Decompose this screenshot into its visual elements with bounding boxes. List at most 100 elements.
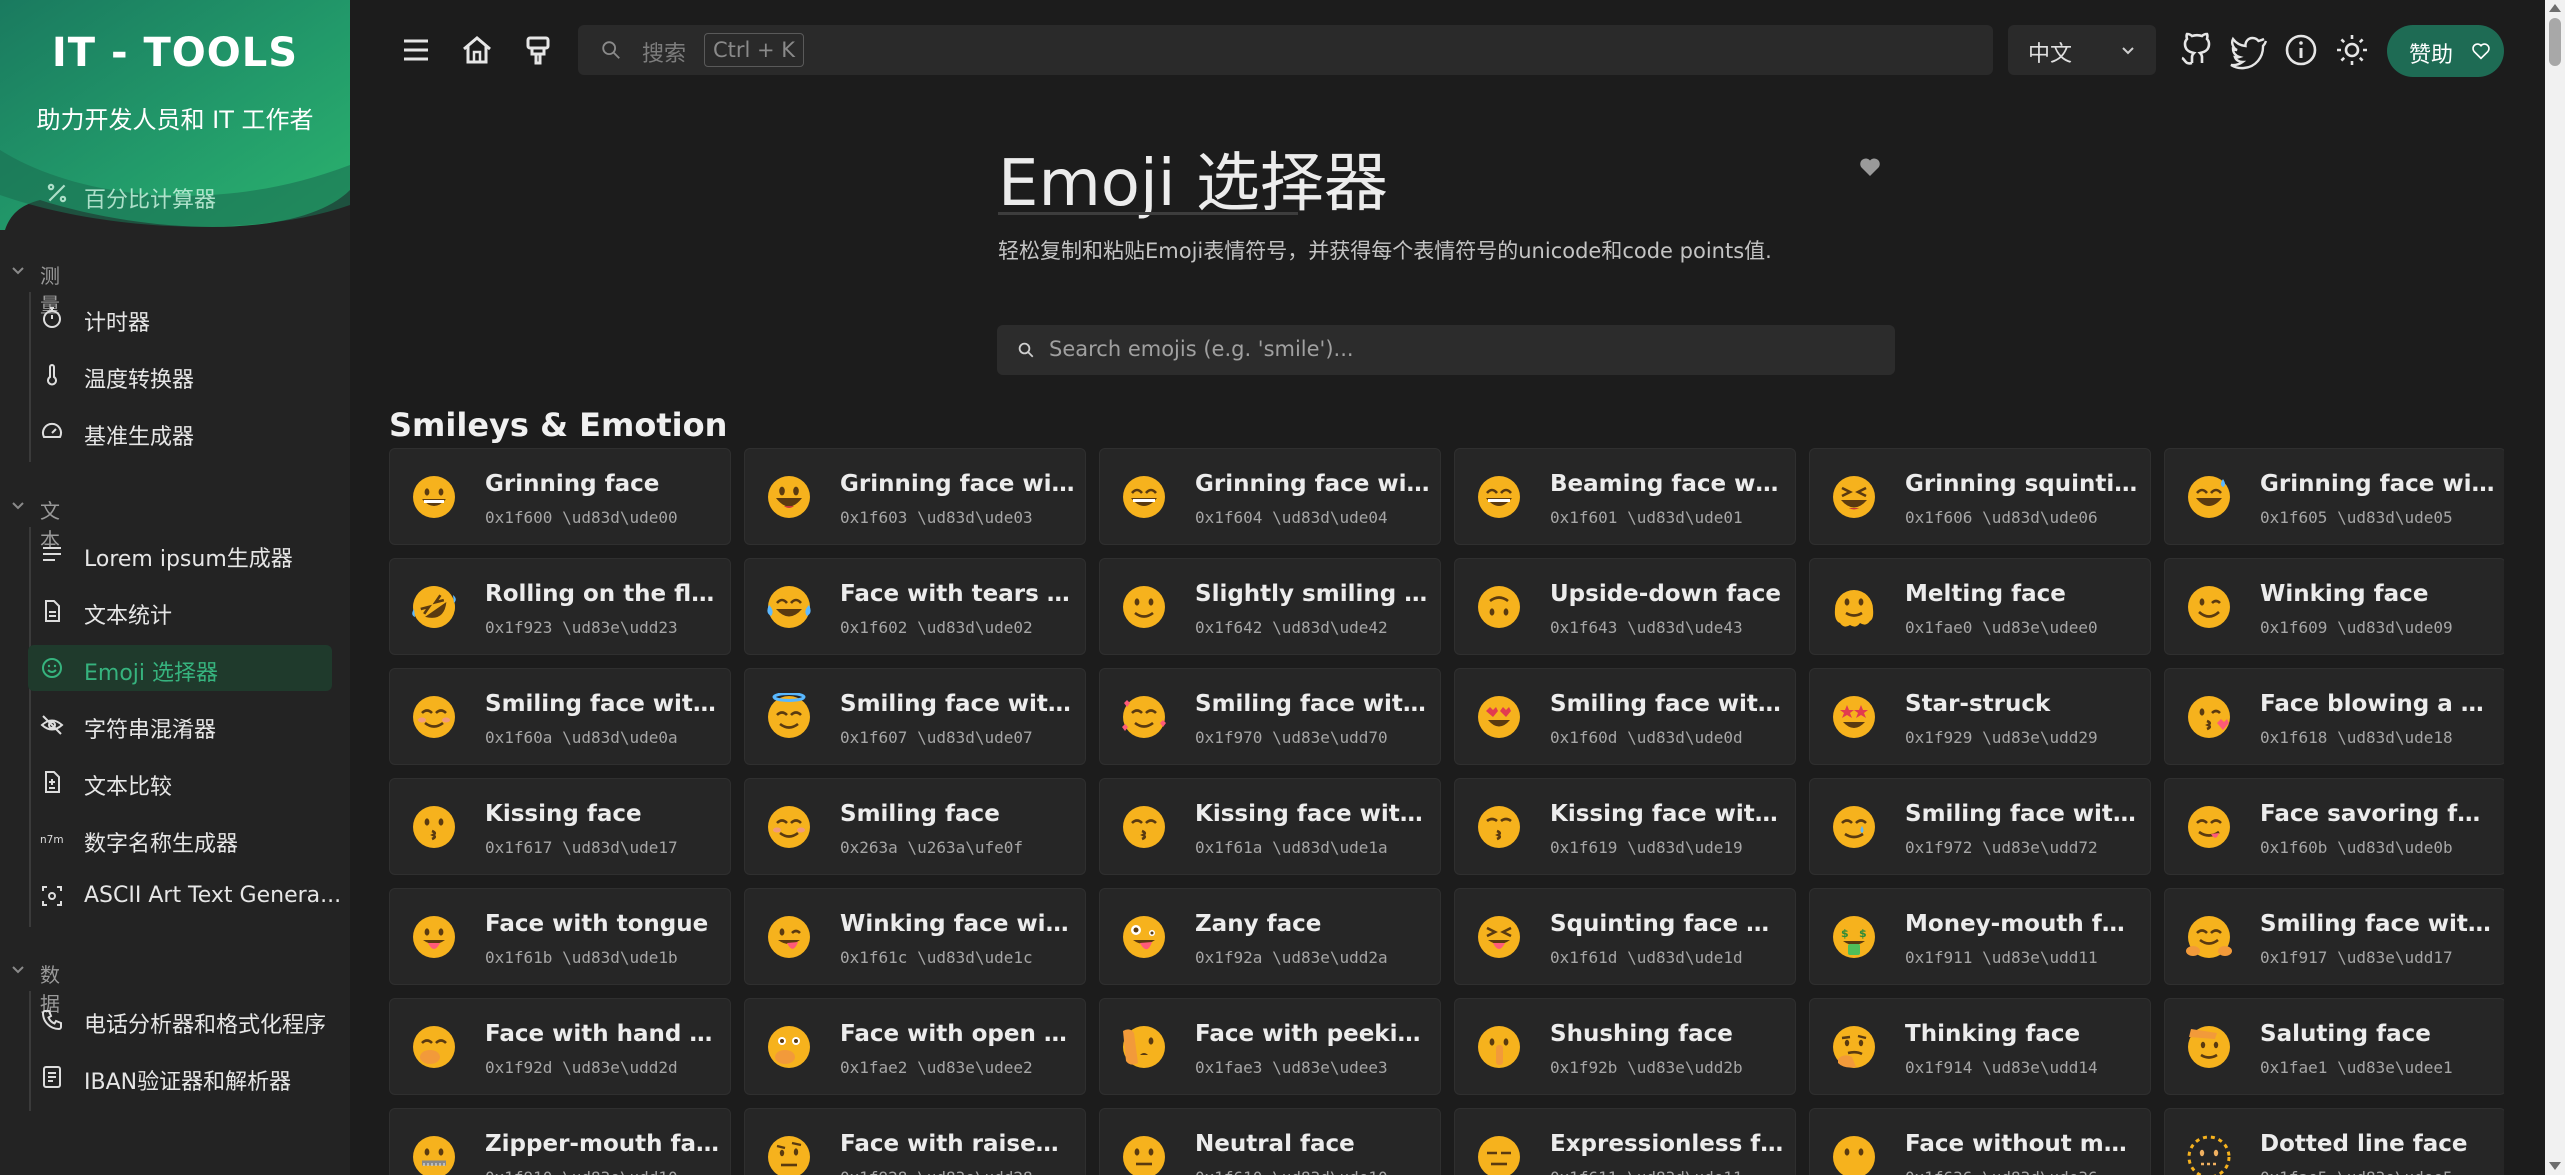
emoji-card[interactable]: Beaming face with s... 0x1f601 \ud83d\ude…: [1454, 448, 1796, 545]
emoji-name: Rolling on the floor ...: [485, 581, 720, 607]
home-icon[interactable]: [457, 30, 497, 70]
emoji-card[interactable]: Face savoring food 0x1f60b \ud83d\ude0b: [2164, 778, 2504, 875]
mood-smile-icon: [42, 658, 62, 678]
scrollbar-track[interactable]: [2545, 0, 2565, 1175]
twitter-icon[interactable]: [2229, 30, 2269, 70]
sidebar-item-phone-parser[interactable]: 电话分析器和格式化程序: [28, 997, 332, 1043]
emoji-card[interactable]: Face with tears of joy 0x1f602 \ud83d\ude…: [744, 558, 1086, 655]
donate-button[interactable]: 赞助: [2387, 25, 2504, 77]
emoji-card[interactable]: Star-struck 0x1f929 \ud83e\udd29: [1809, 668, 2151, 765]
emoji-codepoint: 0x1f636 \ud83d\ude36: [1905, 1168, 2098, 1175]
global-search[interactable]: 搜索 Ctrl + K: [578, 25, 1993, 75]
menu-icon[interactable]: [396, 30, 436, 70]
emoji-card[interactable]: Winking face with t... 0x1f61c \ud83d\ude…: [744, 888, 1086, 985]
emoji-card[interactable]: Neutral face 0x1f610 \ud83d\ude10: [1099, 1108, 1441, 1175]
emoji-card[interactable]: Upside-down face 0x1f643 \ud83d\ude43: [1454, 558, 1796, 655]
sidebar-item-text-statistics[interactable]: 文本统计: [28, 588, 332, 634]
emoji-card[interactable]: Zany face 0x1f92a \ud83e\udd2a: [1099, 888, 1441, 985]
emoji-card[interactable]: Smiling face with halo 0x1f607 \ud83d\ude…: [744, 668, 1086, 765]
emoji-card[interactable]: Dotted line face 0x1fae5 \ud83e\udee5: [2164, 1108, 2504, 1175]
emoji-codepoint: 0x1f92d \ud83e\udd2d: [485, 1058, 678, 1077]
emoji-card[interactable]: Slightly smiling face 0x1f642 \ud83d\ude4…: [1099, 558, 1441, 655]
sidebar-item-text-diff[interactable]: 文本比较: [28, 759, 332, 805]
emoji-card[interactable]: Smiling face with he... 0x1f970 \ud83e\ud…: [1099, 668, 1441, 765]
emoji-name: Grinning face with b...: [840, 471, 1075, 497]
emoji-card[interactable]: Grinning squinting f... 0x1f606 \ud83d\ud…: [1809, 448, 2151, 545]
emoji-peek-icon: [1123, 1026, 1165, 1068]
emoji-card[interactable]: Kissing face with sm... 0x1f619 \ud83d\ud…: [1454, 778, 1796, 875]
emoji-card[interactable]: Melting face 0x1fae0 \ud83e\udee0: [1809, 558, 2151, 655]
emoji-card[interactable]: Squinting face with ... 0x1f61d \ud83d\ud…: [1454, 888, 1796, 985]
brand-title: IT - TOOLS: [51, 30, 299, 76]
scroll-down-arrow[interactable]: [2549, 1162, 2561, 1170]
emoji-search-input[interactable]: Search emojis (e.g. 'smile')...: [997, 325, 1895, 375]
scrollbar-thumb[interactable]: [2549, 18, 2561, 66]
emoji-card[interactable]: Face with open eyes... 0x1fae2 \ud83e\ude…: [744, 998, 1086, 1095]
emoji-beam-icon: [1478, 476, 1520, 518]
emoji-card[interactable]: Face with hand over... 0x1f92d \ud83e\udd…: [389, 998, 731, 1095]
emoji-card[interactable]: Grinning face with b... 0x1f603 \ud83d\ud…: [744, 448, 1086, 545]
emoji-codepoint: 0x1f914 \ud83e\udd14: [1905, 1058, 2098, 1077]
emoji-kiss-closed-icon: [1123, 806, 1165, 848]
language-select[interactable]: 中文: [2008, 25, 2156, 75]
sun-icon[interactable]: [2332, 30, 2372, 70]
eye-off-icon: [40, 715, 64, 735]
emoji-yum-icon: [2188, 806, 2230, 848]
emoji-card[interactable]: Thinking face 0x1f914 \ud83e\udd14: [1809, 998, 2151, 1095]
emoji-card[interactable]: $ $ Money-mouth face 0x1f911 \ud83e\udd11: [1809, 888, 2151, 985]
sidebar-item-lorem-ipsum[interactable]: Lorem ipsum生成器: [28, 531, 332, 577]
emoji-squint-icon: [1833, 476, 1875, 518]
emoji-card[interactable]: Smiling face with he... 0x1f60d \ud83d\ud…: [1454, 668, 1796, 765]
emoji-sweat-icon: [2188, 476, 2230, 518]
emoji-card[interactable]: Kissing face with clo... 0x1f61a \ud83d\u…: [1099, 778, 1441, 875]
favorite-heart-icon[interactable]: [1858, 156, 1882, 178]
emoji-card[interactable]: Smiling face with s... 0x1f60a \ud83d\ude…: [389, 668, 731, 765]
sidebar-item-string-obfuscator[interactable]: 字符串混淆器: [28, 702, 332, 748]
emoji-name: Zipper-mouth face: [485, 1131, 720, 1157]
emoji-card[interactable]: Zipper-mouth face 0x1f910 \ud83e\udd10: [389, 1108, 731, 1175]
brush-icon[interactable]: [518, 30, 558, 70]
emoji-name: Melting face: [1905, 581, 2066, 607]
emoji-tear-icon: [1833, 806, 1875, 848]
sidebar-item-emoji-picker[interactable]: Emoji 选择器: [28, 645, 332, 691]
emoji-card[interactable]: Smiling face with op... 0x1f917 \ud83e\ud…: [2164, 888, 2504, 985]
emoji-card[interactable]: Grinning face with s... 0x1f605 \ud83d\ud…: [2164, 448, 2504, 545]
sidebar-item-chronometer[interactable]: 计时器: [28, 295, 332, 341]
emoji-codepoint: 0x1f600 \ud83d\ude00: [485, 508, 678, 527]
emoji-card[interactable]: Face with peeking eye 0x1fae3 \ud83e\udee…: [1099, 998, 1441, 1095]
focus-icon: [42, 886, 62, 906]
sidebar-item-numeronym-generator[interactable]: n7m 数字名称生成器: [28, 816, 332, 862]
sidebar-item-temperature-converter[interactable]: 温度转换器: [28, 352, 332, 398]
emoji-codepoint: 0x1f61c \ud83d\ude1c: [840, 948, 1033, 967]
emoji-card[interactable]: Rolling on the floor ... 0x1f923 \ud83e\u…: [389, 558, 731, 655]
sidebar-item-ascii-art[interactable]: ASCII Art Text Genera...: [28, 873, 341, 919]
emoji-card[interactable]: Shushing face 0x1f92b \ud83e\udd2b: [1454, 998, 1796, 1095]
emoji-card[interactable]: Smiling face 0x263a \u263a\ufe0f: [744, 778, 1086, 875]
sidebar-item-iban-validator[interactable]: IBAN验证器和解析器: [28, 1054, 332, 1100]
emoji-card[interactable]: Grinning face 0x1f600 \ud83d\ude00: [389, 448, 731, 545]
emoji-card[interactable]: Kissing face 0x1f617 \ud83d\ude17: [389, 778, 731, 875]
scroll-up-arrow[interactable]: [2549, 4, 2561, 12]
brand-header[interactable]: IT - TOOLS 助力开发人员和 IT 工作者 百分比计算器: [0, 0, 350, 230]
sidebar-item-benchmark-builder[interactable]: 基准生成器: [28, 409, 332, 455]
emoji-name: Beaming face with s...: [1550, 471, 1785, 497]
emoji-card[interactable]: Face with tongue 0x1f61b \ud83d\ude1b: [389, 888, 731, 985]
emoji-card[interactable]: Face with raised eye... 0x1f928 \ud83e\ud…: [744, 1108, 1086, 1175]
emoji-kiss-heart-icon: [2188, 696, 2230, 738]
emoji-codepoint: 0x1f61b \ud83d\ude1b: [485, 948, 678, 967]
github-icon[interactable]: [2177, 30, 2217, 70]
emoji-card[interactable]: Face without mouth 0x1f636 \ud83d\ude36: [1809, 1108, 2151, 1175]
emoji-card[interactable]: Saluting face 0x1fae1 \ud83e\udee1: [2164, 998, 2504, 1095]
emoji-grin-smile-icon: [1123, 476, 1165, 518]
emoji-star-icon: [1833, 696, 1875, 738]
sidebar-item-label: IBAN验证器和解析器: [84, 1070, 292, 1095]
info-icon[interactable]: [2281, 30, 2321, 70]
emoji-card[interactable]: Face blowing a kiss 0x1f618 \ud83d\ude18: [2164, 668, 2504, 765]
emoji-card[interactable]: Grinning face with s... 0x1f604 \ud83d\ud…: [1099, 448, 1441, 545]
emoji-card[interactable]: Winking face 0x1f609 \ud83d\ude09: [2164, 558, 2504, 655]
emoji-name: Smiling face: [840, 801, 1000, 827]
emoji-shush-icon: [1478, 1026, 1520, 1068]
emoji-card[interactable]: Smiling face with tear 0x1f972 \ud83e\udd…: [1809, 778, 2151, 875]
emoji-card[interactable]: Expressionless face 0x1f611 \ud83d\ude11: [1454, 1108, 1796, 1175]
emoji-open-eyes-hand-icon: [768, 1026, 810, 1068]
